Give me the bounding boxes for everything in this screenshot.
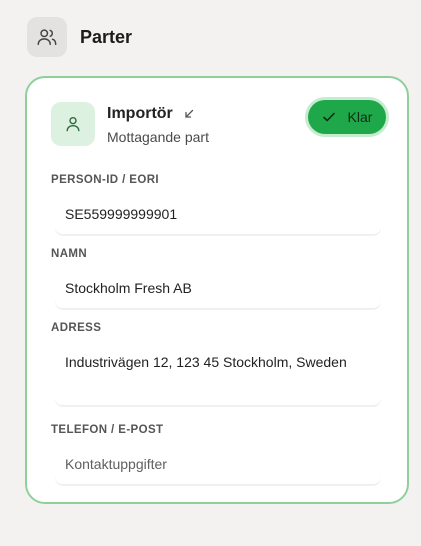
party-name: Importör <box>107 105 173 122</box>
done-button-label: Klar <box>347 109 373 125</box>
name-field[interactable]: Stockholm Fresh AB <box>55 268 381 309</box>
party-title: Importör <box>107 105 195 123</box>
user-icon <box>51 102 95 146</box>
section-title: Parter <box>80 26 133 47</box>
users-icon <box>27 17 67 57</box>
section-header: Parter <box>27 17 132 57</box>
party-subtitle: Mottagande part <box>107 129 209 145</box>
person-id-label: PERSON-ID / EORI <box>51 174 159 186</box>
arrow-down-left-icon[interactable] <box>183 108 195 120</box>
contact-placeholder: Kontaktuppgifter <box>65 456 167 472</box>
address-field[interactable]: Industrivägen 12, 123 45 Stockholm, Swed… <box>55 342 381 406</box>
party-card: Importör Mottagande part Klar PERSON-ID … <box>25 76 409 504</box>
person-id-field[interactable]: SE559999999901 <box>55 194 381 235</box>
address-label: ADRESS <box>51 322 102 334</box>
done-button[interactable]: Klar <box>308 100 386 134</box>
contact-label: TELEFON / E-POST <box>51 424 164 436</box>
contact-field[interactable]: Kontaktuppgifter <box>55 444 381 485</box>
name-label: NAMN <box>51 248 88 260</box>
check-icon <box>322 112 335 122</box>
